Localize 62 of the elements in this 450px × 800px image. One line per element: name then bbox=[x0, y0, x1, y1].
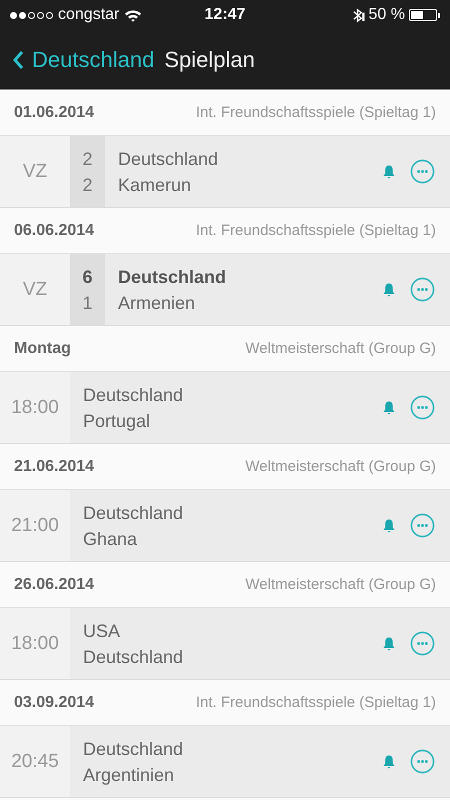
match-row[interactable]: VZ 2 2 Deutschland Kamerun bbox=[0, 136, 450, 208]
team-name: Kamerun bbox=[118, 174, 192, 196]
team-name: Portugal bbox=[83, 410, 152, 432]
match-row[interactable]: 18:00 USA Deutschland bbox=[0, 608, 450, 680]
team-name: Deutschland bbox=[83, 738, 184, 760]
team-name: Ghana bbox=[83, 528, 138, 550]
kickoff-time: 18:00 bbox=[0, 372, 70, 443]
back-chevron-icon bbox=[12, 50, 24, 70]
competition-label: Int. Freundschaftsspiele (Spieltag 1) bbox=[196, 104, 436, 121]
kickoff-time: 20:45 bbox=[0, 726, 70, 797]
more-icon[interactable] bbox=[410, 277, 435, 302]
wifi-icon bbox=[124, 8, 142, 22]
bell-icon[interactable] bbox=[383, 518, 395, 532]
more-icon[interactable] bbox=[410, 395, 435, 420]
competition-label: Int. Freundschaftsspiele (Spieltag 1) bbox=[196, 222, 436, 239]
match-row[interactable]: 18:00 Deutschland Portugal bbox=[0, 372, 450, 444]
team-name: Deutschland bbox=[83, 646, 184, 668]
team-name: Deutschland bbox=[83, 502, 184, 524]
date-label: 26.06.2014 bbox=[14, 576, 94, 594]
match-status: VZ bbox=[0, 136, 70, 207]
screen-title: Spielplan bbox=[164, 47, 255, 73]
bell-icon[interactable] bbox=[383, 282, 395, 296]
more-icon[interactable] bbox=[410, 631, 435, 656]
score-value: 2 bbox=[82, 174, 92, 196]
competition-label: Weltmeisterschaft (Group G) bbox=[245, 340, 436, 357]
date-label: Montag bbox=[14, 340, 71, 358]
competition-label: Weltmeisterschaft (Group G) bbox=[245, 576, 436, 593]
kickoff-time: 21:00 bbox=[0, 490, 70, 561]
carrier-name: congstar bbox=[58, 6, 120, 24]
bell-icon[interactable] bbox=[383, 754, 395, 768]
competition-label: Weltmeisterschaft (Group G) bbox=[245, 458, 436, 475]
team-name: Armenien bbox=[118, 292, 196, 314]
bluetooth-icon bbox=[352, 8, 365, 22]
score-value: 2 bbox=[82, 148, 92, 170]
kickoff-time: 18:00 bbox=[0, 608, 70, 679]
more-icon[interactable] bbox=[410, 749, 435, 774]
team-name: USA bbox=[83, 620, 122, 642]
bell-icon[interactable] bbox=[383, 636, 395, 650]
team-name: Deutschland bbox=[118, 266, 228, 288]
date-label: 21.06.2014 bbox=[14, 458, 94, 476]
match-status: VZ bbox=[0, 254, 70, 325]
date-label: 06.06.2014 bbox=[14, 222, 94, 240]
battery-percentage: 50 % bbox=[368, 6, 405, 24]
team-name: Deutschland bbox=[83, 384, 184, 406]
battery-icon bbox=[408, 9, 437, 21]
more-icon[interactable] bbox=[410, 513, 435, 538]
bell-icon[interactable] bbox=[383, 400, 395, 414]
date-label: 01.06.2014 bbox=[14, 104, 94, 122]
competition-label: Int. Freundschaftsspiele (Spieltag 1) bbox=[196, 694, 436, 711]
clock-time: 12:47 bbox=[204, 6, 246, 24]
more-icon[interactable] bbox=[410, 159, 435, 184]
score-value: 1 bbox=[82, 292, 92, 314]
team-name: Deutschland bbox=[118, 148, 220, 170]
back-button[interactable]: Deutschland bbox=[12, 47, 154, 73]
match-row[interactable]: 21:00 Deutschland Ghana bbox=[0, 490, 450, 562]
match-row[interactable]: 20:45 Deutschland Argentinien bbox=[0, 726, 450, 798]
score-value: 6 bbox=[82, 266, 92, 288]
match-row[interactable]: VZ 6 1 Deutschland Armenien bbox=[0, 254, 450, 326]
signal-icon bbox=[10, 12, 53, 18]
team-name: Argentinien bbox=[83, 764, 176, 786]
date-label: 03.09.2014 bbox=[14, 694, 94, 712]
bell-icon[interactable] bbox=[383, 164, 395, 178]
